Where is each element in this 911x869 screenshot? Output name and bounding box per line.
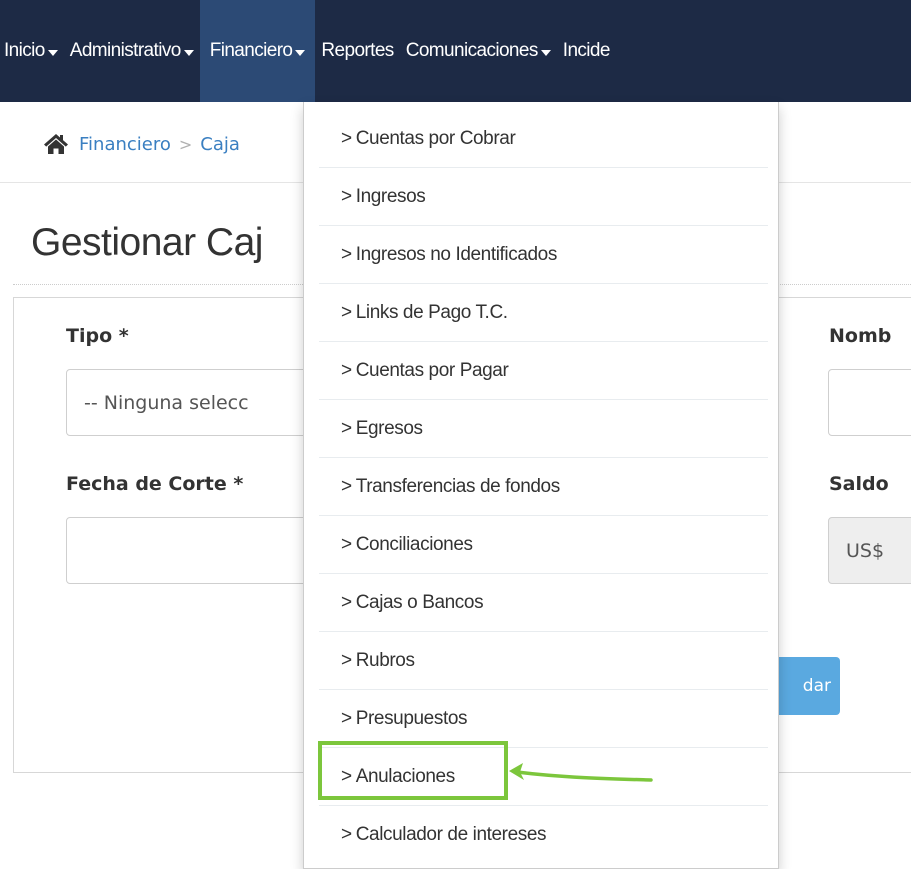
nombre-input-field[interactable] bbox=[846, 391, 911, 414]
menu-item-cajas-o-bancos[interactable]: > Cajas o Bancos bbox=[319, 574, 768, 632]
tipo-label: Tipo * bbox=[66, 325, 129, 347]
chevron-right-icon: > bbox=[341, 301, 352, 323]
home-icon[interactable] bbox=[43, 133, 69, 155]
menu-item-calculador-de-intereses[interactable]: > Calculador de intereses bbox=[319, 806, 768, 864]
chevron-right-icon: > bbox=[341, 417, 352, 439]
chevron-right-icon: > bbox=[341, 533, 352, 555]
tipo-select-value: -- Ninguna selecc bbox=[84, 391, 249, 414]
breadcrumb-separator: > bbox=[178, 134, 193, 154]
menu-item-rubros[interactable]: > Rubros bbox=[319, 632, 768, 690]
menu-item-anulaciones[interactable]: > Anulaciones bbox=[319, 748, 768, 806]
menu-item-egresos[interactable]: > Egresos bbox=[319, 400, 768, 458]
caret-down-icon bbox=[540, 49, 551, 56]
breadcrumb-link-financiero[interactable]: Financiero bbox=[79, 134, 171, 155]
chevron-right-icon: > bbox=[341, 185, 352, 207]
nav-list: Inicio Administrativo Financiero Reporte… bbox=[0, 0, 616, 102]
chevron-right-icon: > bbox=[341, 824, 352, 845]
nombre-label: Nomb bbox=[829, 325, 892, 347]
chevron-right-icon: > bbox=[341, 127, 352, 149]
breadcrumb-link-caja[interactable]: Caja bbox=[200, 134, 240, 155]
menu-item-label: Ingresos no Identificados bbox=[355, 243, 558, 265]
menu-item-links-de-pago[interactable]: > Links de Pago T.C. bbox=[319, 284, 768, 342]
nombre-input[interactable] bbox=[828, 369, 911, 436]
nav-label-incidencias: Incide bbox=[562, 40, 611, 61]
guardar-button-label: dar bbox=[802, 676, 831, 696]
menu-item-label: Links de Pago T.C. bbox=[355, 301, 508, 323]
fecha-corte-label: Fecha de Corte * bbox=[66, 473, 244, 495]
caret-down-icon bbox=[47, 49, 58, 56]
menu-item-cuentas-por-pagar[interactable]: > Cuentas por Pagar bbox=[319, 342, 768, 400]
chevron-right-icon: > bbox=[341, 765, 352, 787]
financiero-dropdown-menu: > Cuentas por Cobrar > Ingresos > Ingres… bbox=[303, 102, 779, 869]
nav-label-inicio: Inicio bbox=[4, 40, 45, 61]
saldo-value: US$ bbox=[846, 539, 885, 562]
menu-item-label: Conciliaciones bbox=[355, 533, 473, 555]
chevron-right-icon: > bbox=[341, 591, 352, 613]
menu-item-label: Cuentas por Cobrar bbox=[355, 127, 516, 149]
nav-label-financiero: Financiero bbox=[209, 40, 293, 61]
chevron-right-icon: > bbox=[341, 475, 352, 497]
nav-item-comunicaciones[interactable]: Comunicaciones bbox=[400, 0, 557, 102]
caret-down-icon bbox=[183, 49, 194, 56]
chevron-right-icon: > bbox=[341, 243, 352, 265]
menu-item-label: Anulaciones bbox=[355, 765, 456, 787]
menu-item-label: Rubros bbox=[355, 649, 415, 671]
menu-item-label: Transferencias de fondos bbox=[355, 475, 561, 497]
saldo-label: Saldo bbox=[829, 473, 889, 495]
nav-label-comunicaciones: Comunicaciones bbox=[405, 40, 539, 61]
menu-item-transferencias[interactable]: > Transferencias de fondos bbox=[319, 458, 768, 516]
menu-item-label: Cajas o Bancos bbox=[355, 591, 484, 613]
menu-item-presupuestos[interactable]: > Presupuestos bbox=[319, 690, 768, 748]
menu-item-ingresos-no-identificados[interactable]: > Ingresos no Identificados bbox=[319, 226, 768, 284]
nav-item-inicio[interactable]: Inicio bbox=[0, 0, 64, 102]
nav-label-administrativo: Administrativo bbox=[69, 40, 182, 61]
caret-down-icon bbox=[295, 49, 306, 56]
menu-item-label: Presupuestos bbox=[355, 707, 468, 729]
menu-item-label: Calculador de intereses bbox=[355, 824, 547, 845]
chevron-right-icon: > bbox=[341, 649, 352, 671]
breadcrumb: Financiero > Caja bbox=[43, 131, 240, 157]
menu-item-cuentas-por-cobrar[interactable]: > Cuentas por Cobrar bbox=[319, 110, 768, 168]
page-title: Gestionar Caj bbox=[31, 221, 263, 264]
menu-item-ingresos[interactable]: > Ingresos bbox=[319, 168, 768, 226]
nav-item-incidencias[interactable]: Incide bbox=[557, 0, 616, 102]
nav-item-financiero[interactable]: Financiero bbox=[199, 0, 316, 102]
nav-item-reportes[interactable]: Reportes bbox=[315, 0, 399, 102]
nav-label-reportes: Reportes bbox=[321, 40, 394, 61]
menu-item-conciliaciones[interactable]: > Conciliaciones bbox=[319, 516, 768, 574]
chevron-right-icon: > bbox=[341, 359, 352, 381]
chevron-right-icon: > bbox=[341, 707, 352, 729]
top-navbar: Inicio Administrativo Financiero Reporte… bbox=[0, 0, 911, 102]
menu-item-label: Egresos bbox=[355, 417, 423, 439]
menu-item-label: Cuentas por Pagar bbox=[355, 359, 509, 381]
nav-item-administrativo[interactable]: Administrativo bbox=[64, 0, 200, 102]
menu-item-label: Ingresos bbox=[355, 185, 426, 207]
saldo-input: US$ bbox=[828, 517, 911, 584]
